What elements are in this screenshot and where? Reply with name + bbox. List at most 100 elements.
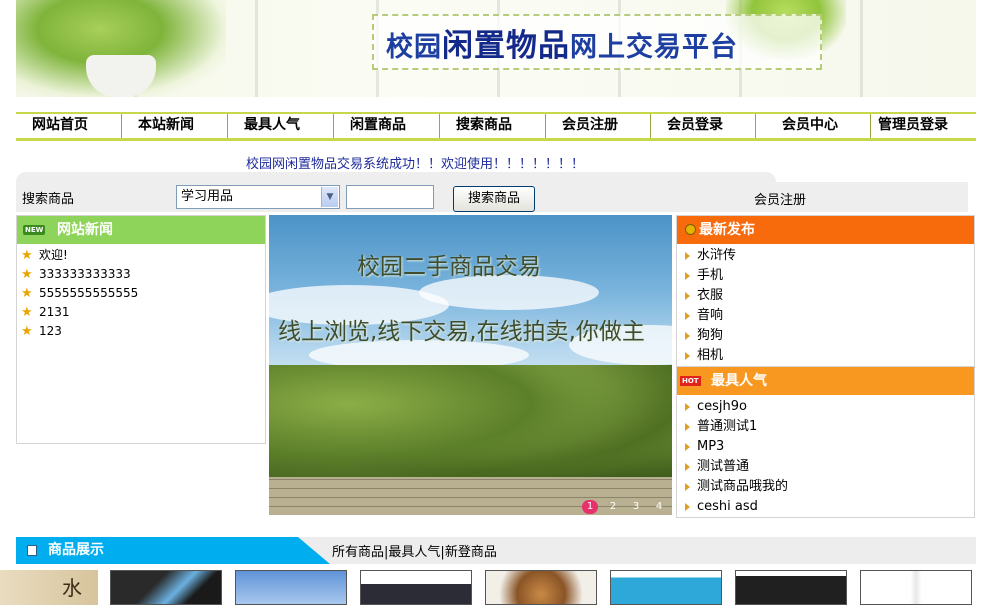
latest-item-label[interactable]: 手机 (697, 266, 723, 286)
news-item-label[interactable]: 333333333333 (39, 265, 131, 284)
latest-item[interactable]: 音响 (681, 306, 974, 326)
news-item[interactable]: ★ 333333333333 (21, 265, 265, 284)
hot-badge-icon: HOT (680, 376, 701, 386)
slide-subtitle: 线上浏览,线下交易,在线拍卖,你做主 (278, 319, 645, 345)
slide-page-3[interactable]: 3 (628, 500, 644, 514)
slide-pager: 1 2 3 4 (582, 500, 667, 514)
latest-item-label[interactable]: 音响 (697, 306, 723, 326)
bullet-arrow-icon (685, 503, 690, 511)
slide-page-4[interactable]: 4 (651, 500, 667, 514)
popular-item[interactable]: 测试普通 (681, 457, 974, 477)
popular-item-label[interactable]: MP3 (697, 437, 724, 457)
latest-item[interactable]: 狗狗 (681, 326, 974, 346)
product-thumbnail[interactable] (360, 570, 472, 605)
popular-panel: HOT 最具人气 cesjh9o 普通测试1 MP3 测试普通 测试商品哦我的 … (676, 366, 975, 518)
popular-item-label[interactable]: 测试普通 (697, 457, 749, 477)
news-panel-header: NEW 网站新闻 (17, 216, 265, 244)
nav-member-center[interactable]: 会员中心 (756, 114, 871, 138)
news-item[interactable]: ★ 欢迎! (21, 246, 265, 265)
latest-item-label[interactable]: 狗狗 (697, 326, 723, 346)
news-item-label[interactable]: 5555555555555 (39, 284, 138, 303)
product-thumbnail[interactable] (235, 570, 347, 605)
product-thumbnail[interactable]: 水 (0, 570, 98, 605)
site-title: 校园闲置物品网上交易平台 (386, 20, 738, 65)
latest-item-label[interactable]: 相机 (697, 346, 723, 366)
main-nav: 网站首页 本站新闻 最具人气 闲置商品 搜索商品 会员注册 会员登录 会员中心 … (16, 112, 976, 141)
products-title: 商品展示 (48, 542, 104, 558)
popular-item[interactable]: MP3 (681, 437, 974, 457)
slide-title: 校园二手商品交易 (357, 254, 541, 280)
latest-item[interactable]: 衣服 (681, 286, 974, 306)
latest-item[interactable]: 相机 (681, 346, 974, 366)
document-icon (27, 545, 37, 556)
bullet-arrow-icon (685, 483, 690, 491)
bullet-arrow-icon (685, 403, 690, 411)
bullet-arrow-icon (685, 352, 690, 360)
chevron-down-icon[interactable]: ▼ (321, 187, 338, 207)
promo-slideshow[interactable]: 校园二手商品交易 线上浏览,线下交易,在线拍卖,你做主 1 2 3 4 (269, 215, 672, 515)
link-most-popular[interactable]: 最具人气 (388, 545, 440, 560)
bullet-arrow-icon (685, 443, 690, 451)
star-icon: ★ (21, 324, 33, 339)
popular-item[interactable]: 普通测试1 (681, 417, 974, 437)
hedge-image (269, 365, 672, 495)
product-thumbnail[interactable] (735, 570, 847, 605)
latest-item[interactable]: 手机 (681, 266, 974, 286)
popular-item-label[interactable]: cesjh9o (697, 397, 747, 417)
slide-page-1[interactable]: 1 (582, 500, 598, 514)
bullet-arrow-icon (685, 292, 690, 300)
popular-item[interactable]: 测试商品哦我的 (681, 477, 974, 497)
popular-item[interactable]: cesjh9o (681, 397, 974, 417)
nav-home[interactable]: 网站首页 (16, 114, 122, 138)
star-icon: ★ (21, 305, 33, 320)
latest-panel-header: 最新发布 (677, 216, 974, 244)
popular-item-label[interactable]: ceshi asd (697, 497, 758, 517)
search-button[interactable]: 搜索商品 (453, 186, 535, 212)
nav-idle-goods[interactable]: 闲置商品 (334, 114, 440, 138)
products-links: 所有商品|最具人气|新登商品 (332, 541, 497, 560)
bullet-arrow-icon (685, 252, 690, 260)
news-item[interactable]: ★ 2131 (21, 303, 265, 322)
nav-login[interactable]: 会员登录 (651, 114, 756, 138)
category-select[interactable]: 学习用品 ▼ (176, 185, 340, 209)
news-item-label[interactable]: 123 (39, 322, 62, 341)
popular-panel-header: HOT 最具人气 (677, 367, 974, 395)
star-icon: ★ (21, 267, 33, 282)
coin-stack-icon (685, 224, 696, 235)
product-thumbnail[interactable] (485, 570, 597, 605)
bullet-arrow-icon (685, 272, 690, 280)
link-all-products[interactable]: 所有商品 (332, 545, 384, 560)
latest-item-label[interactable]: 水浒传 (697, 246, 736, 266)
search-input[interactable] (346, 185, 434, 209)
latest-item[interactable]: 水浒传 (681, 246, 974, 266)
site-title-part2: 闲置物品 (442, 28, 570, 64)
product-thumbnail[interactable] (110, 570, 222, 605)
slide-page-2[interactable]: 2 (605, 500, 621, 514)
banner-title-layer: 校园闲置物品网上交易平台 (16, 0, 976, 97)
register-link[interactable]: 会员注册 (754, 189, 806, 208)
popular-item-label[interactable]: 测试商品哦我的 (697, 477, 788, 497)
nav-admin-login[interactable]: 管理员登录 (871, 114, 976, 138)
latest-panel: 最新发布 水浒传 手机 衣服 音响 狗狗 相机 (676, 215, 975, 367)
bullet-arrow-icon (685, 332, 690, 340)
news-panel: NEW 网站新闻 ★ 欢迎! ★ 333333333333 ★ 55555555555… (16, 215, 266, 444)
news-item-label[interactable]: 2131 (39, 303, 70, 322)
latest-item-label[interactable]: 衣服 (697, 286, 723, 306)
product-thumbnail[interactable] (860, 570, 972, 605)
news-item[interactable]: ★ 123 (21, 322, 265, 341)
link-new-products[interactable]: 新登商品 (445, 545, 497, 560)
welcome-marquee: 校园网闲置物品交易系统成功！！欢迎使用！！！！！！！ (246, 157, 585, 172)
popular-item[interactable]: ceshi asd (681, 497, 974, 517)
news-item[interactable]: ★ 5555555555555 (21, 284, 265, 303)
nav-popular[interactable]: 最具人气 (228, 114, 334, 138)
site-title-part3: 网上交易平台 (570, 32, 738, 63)
nav-news[interactable]: 本站新闻 (122, 114, 228, 138)
nav-search[interactable]: 搜索商品 (440, 114, 546, 138)
nav-register[interactable]: 会员注册 (546, 114, 651, 138)
product-thumbnails: 水 (0, 570, 990, 605)
news-panel-title: 网站新闻 (57, 222, 113, 238)
news-item-label[interactable]: 欢迎! (39, 246, 68, 265)
popular-item-label[interactable]: 普通测试1 (697, 417, 757, 437)
product-thumbnail[interactable] (610, 570, 722, 605)
popular-panel-title: 最具人气 (711, 373, 767, 389)
